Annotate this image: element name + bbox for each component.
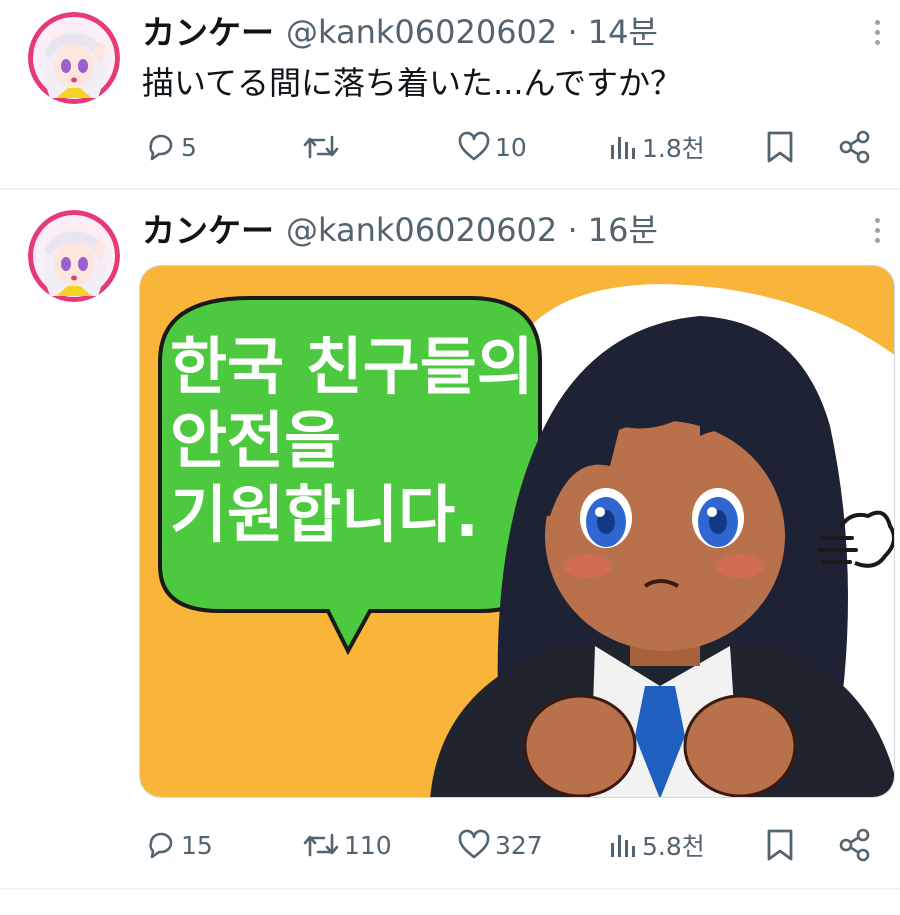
action-bar: 5 10 1.8천	[0, 122, 900, 172]
like-icon	[458, 829, 490, 859]
like-count: 327	[495, 830, 543, 860]
share-button[interactable]	[838, 820, 872, 870]
reply-count: 15	[181, 830, 213, 860]
tweet-header: カンケー @kank06020602 · 16분	[142, 205, 658, 251]
retweet-icon	[303, 135, 339, 159]
avatar[interactable]	[28, 12, 120, 104]
reply-button[interactable]: 15	[145, 820, 213, 870]
bookmark-button[interactable]	[764, 122, 796, 172]
handle-and-time[interactable]: @kank06020602 · 14분	[286, 7, 658, 53]
tweet[interactable]: カンケー @kank06020602 · 16분 한국 친구들의 안전을 기원합…	[0, 192, 900, 892]
tweet[interactable]: カンケー @kank06020602 · 14분 描いてる間に落ち着いた...ん…	[0, 0, 900, 190]
illustration: 한국 친구들의 안전을 기원합니다.	[140, 266, 894, 797]
views-button[interactable]: 5.8천	[608, 820, 705, 870]
bubble-line-2: 안전을	[170, 404, 341, 477]
views-icon	[611, 835, 635, 857]
tweet-header: カンケー @kank06020602 · 14분	[142, 7, 658, 53]
like-button[interactable]: 10	[457, 122, 527, 172]
retweet-button[interactable]: 110	[302, 820, 392, 870]
view-count: 5.8천	[642, 832, 705, 861]
like-icon	[458, 131, 490, 161]
retweet-count: 110	[344, 830, 392, 860]
action-bar: 15 110 327 5.8천	[0, 820, 900, 870]
avatar-image	[28, 210, 120, 302]
divider	[0, 888, 900, 890]
divider	[0, 188, 900, 190]
retweet-button[interactable]	[302, 122, 344, 172]
tweet-image[interactable]: 한국 친구들의 안전을 기원합니다.	[139, 265, 895, 798]
share-icon	[839, 828, 870, 862]
more-icon[interactable]	[864, 12, 890, 52]
more-icon[interactable]	[864, 210, 890, 250]
retweet-icon	[303, 833, 339, 857]
bookmark-button[interactable]	[764, 820, 796, 870]
reply-icon	[149, 134, 173, 161]
views-icon	[611, 137, 635, 159]
share-icon	[839, 130, 870, 164]
display-name[interactable]: カンケー	[142, 204, 274, 252]
share-button[interactable]	[838, 122, 872, 172]
avatar[interactable]	[28, 210, 120, 302]
reply-icon	[149, 832, 173, 859]
view-count: 1.8천	[642, 134, 705, 163]
bubble-line-1: 한국 친구들의	[170, 330, 534, 403]
like-button[interactable]: 327	[457, 820, 543, 870]
bookmark-icon	[767, 829, 793, 861]
bubble-line-3: 기원합니다.	[170, 478, 479, 551]
bookmark-icon	[767, 131, 793, 163]
views-button[interactable]: 1.8천	[608, 122, 705, 172]
display-name[interactable]: カンケー	[142, 6, 274, 54]
like-count: 10	[495, 132, 527, 162]
reply-button[interactable]: 5	[145, 122, 197, 172]
tweet-text: 描いてる間に落ち着いた...んですか？	[142, 64, 682, 102]
avatar-image	[28, 12, 120, 104]
reply-count: 5	[181, 132, 197, 162]
handle-and-time[interactable]: @kank06020602 · 16분	[286, 205, 658, 251]
